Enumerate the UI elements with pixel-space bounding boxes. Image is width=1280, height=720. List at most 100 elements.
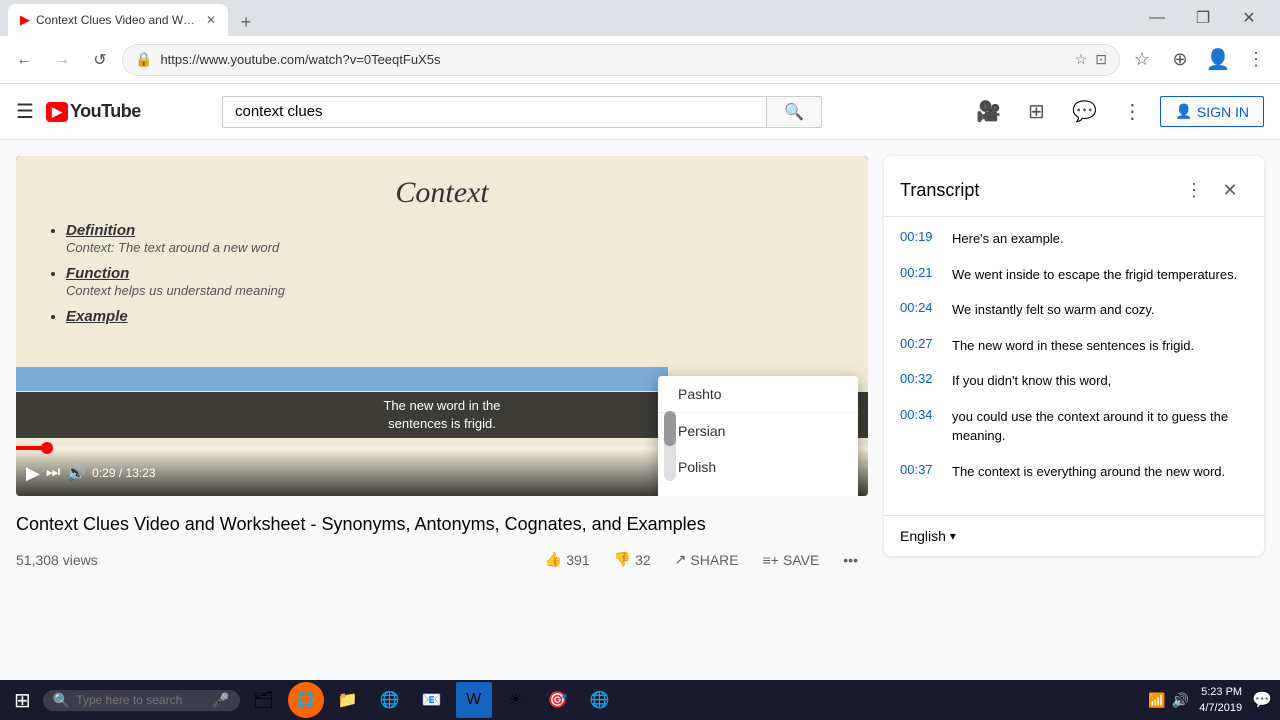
timestamp: 00:32 <box>900 371 936 391</box>
maximize-btn[interactable]: ❐ <box>1180 0 1226 36</box>
video-title: Context Clues Video and Worksheet - Syno… <box>16 512 868 537</box>
lang-item-portuguese[interactable]: Portuguese <box>658 485 858 496</box>
taskbar-extra[interactable]: 🌐 <box>582 682 618 718</box>
transcript-body: 00:19 Here's an example. 00:21 We went i… <box>884 217 1264 515</box>
timestamp: 00:21 <box>900 265 936 285</box>
language-dropdown[interactable]: Pashto Persian Polish Portuguese Punjabi… <box>658 376 858 496</box>
taskbar-mail[interactable]: 📧 <box>414 682 450 718</box>
notifications-btn[interactable]: 💬 <box>1064 92 1104 132</box>
extensions-btn[interactable]: ⊕ <box>1164 44 1196 76</box>
sign-in-button[interactable]: 👤 SIGN IN <box>1160 96 1264 127</box>
search-button[interactable]: 🔍 <box>766 96 822 128</box>
youtube-logo[interactable]: ▶ YouTube <box>46 101 141 122</box>
transcript-entry-0027[interactable]: 00:27 The new word in these sentences is… <box>884 328 1264 364</box>
timestamp: 00:34 <box>900 407 936 446</box>
transcript-entry-0034[interactable]: 00:34 you could use the context around i… <box>884 399 1264 454</box>
transcript-text: you could use the context around it to g… <box>952 407 1248 446</box>
dropdown-arrow: ▾ <box>950 529 956 543</box>
transcript-entry-0037[interactable]: 00:37 The context is everything around t… <box>884 454 1264 490</box>
minimize-btn[interactable]: — <box>1134 0 1180 36</box>
timestamp: 00:19 <box>900 229 936 249</box>
volume-btn[interactable]: 🔊 <box>66 463 86 483</box>
lang-item-polish[interactable]: Polish <box>658 449 858 485</box>
apps-btn[interactable]: ⊞ <box>1016 92 1056 132</box>
notification-center[interactable]: 💬 <box>1252 690 1272 710</box>
dropdown-scrollbar[interactable] <box>664 411 676 481</box>
hamburger-menu[interactable]: ☰ <box>16 99 34 124</box>
dislike-button[interactable]: 👎 32 <box>604 545 661 574</box>
star-icon[interactable]: ☆ <box>1075 51 1088 68</box>
reload-btn[interactable]: ↺ <box>84 44 116 76</box>
tab-title: Context Clues Video and Worksh... <box>36 13 196 27</box>
yt-logo-icon: ▶ <box>46 102 68 122</box>
menu-btn[interactable]: ⋮ <box>1240 44 1272 76</box>
more-btn[interactable]: ⋮ <box>1112 92 1152 132</box>
transcript-entry-0032[interactable]: 00:32 If you didn't know this word, <box>884 363 1264 399</box>
highlight-bar <box>16 367 668 391</box>
close-btn[interactable]: ✕ <box>1226 0 1272 36</box>
transcript-panel: Transcript ⋮ ✕ 00:19 Here's an example. … <box>884 156 1264 556</box>
language-selector[interactable]: English ▾ <box>900 528 956 544</box>
address-bar[interactable]: 🔒 https://www.youtube.com/watch?v=0Teeqt… <box>122 44 1120 76</box>
transcript-text: If you didn't know this word, <box>952 371 1111 391</box>
taskbar-folder[interactable]: 📁 <box>330 682 366 718</box>
taskbar-word[interactable]: W <box>456 682 492 718</box>
save-icon: ≡+ <box>763 552 779 568</box>
lang-item-pashto[interactable]: Pashto <box>658 376 858 413</box>
video-meta: 51,308 views 👍 391 👎 32 ↗ SHARE <box>16 545 868 574</box>
taskbar-weather[interactable]: ☀ <box>498 682 534 718</box>
microphone-icon: 🎤 <box>212 692 229 709</box>
taskbar-right: 📶 🔊 5:23 PM 4/7/2019 💬 <box>1148 684 1272 717</box>
taskbar-powerpoint[interactable]: 🎯 <box>540 682 576 718</box>
bookmark-btn[interactable]: ☆ <box>1126 44 1158 76</box>
thumbs-down-icon: 👎 <box>614 551 631 568</box>
tab-close-btn[interactable]: ✕ <box>206 13 216 27</box>
taskbar-edge[interactable]: 🌐 <box>372 682 408 718</box>
reader-icon[interactable]: ⊡ <box>1095 51 1107 68</box>
taskbar-system-icons: 📶 🔊 <box>1148 692 1189 709</box>
taskbar-search-input[interactable] <box>76 693 206 707</box>
search-icon: 🔍 <box>53 692 70 709</box>
share-icon: ↗ <box>675 551 687 568</box>
transcript-entry-0024[interactable]: 00:24 We instantly felt so warm and cozy… <box>884 292 1264 328</box>
transcript-text: We instantly felt so warm and cozy. <box>952 300 1155 320</box>
scrollbar-thumb[interactable] <box>664 411 676 446</box>
term-example: Example <box>66 308 128 325</box>
back-btn[interactable]: ← <box>8 44 40 76</box>
transcript-entry-0021[interactable]: 00:21 We went inside to escape the frigi… <box>884 257 1264 293</box>
like-button[interactable]: 👍 391 <box>535 545 600 574</box>
transcript-entry-0019[interactable]: 00:19 Here's an example. <box>884 221 1264 257</box>
yt-logo-text: YouTube <box>70 101 141 122</box>
network-icon[interactable]: 📶 <box>1148 692 1165 709</box>
taskbar: ⊞ 🔍 🎤 🗂 🌐 📁 🌐 📧 W ☀ 🎯 🌐 📶 🔊 5:23 PM 4/7/… <box>0 680 1280 720</box>
more-actions-button[interactable]: ••• <box>833 545 868 574</box>
start-button[interactable]: ⊞ <box>8 686 37 715</box>
share-button[interactable]: ↗ SHARE <box>665 545 749 574</box>
transcript-header: Transcript ⋮ ✕ <box>884 156 1264 217</box>
term-function: Function <box>66 265 129 282</box>
volume-icon[interactable]: 🔊 <box>1172 692 1189 709</box>
lang-item-persian[interactable]: Persian <box>658 413 858 449</box>
play-btn[interactable]: ▶ <box>26 463 40 484</box>
taskbar-file-explorer[interactable]: 🗂 <box>246 682 282 718</box>
timestamp: 00:37 <box>900 462 936 482</box>
timestamp: 00:24 <box>900 300 936 320</box>
account-icon[interactable]: 👤 <box>1202 44 1234 76</box>
video-info: Context Clues Video and Worksheet - Syno… <box>16 508 868 578</box>
term-definition: Definition <box>66 222 135 239</box>
video-create-btn[interactable]: 🎥 <box>968 92 1008 132</box>
new-tab-btn[interactable]: + <box>232 8 260 36</box>
desc-definition: Context: The text around a new word <box>66 240 279 255</box>
video-player[interactable]: Context Definition Context: The text aro… <box>16 156 868 496</box>
forward-btn[interactable]: → <box>46 44 78 76</box>
taskbar-clock: 5:23 PM 4/7/2019 <box>1199 684 1242 717</box>
next-btn[interactable]: ⏭ <box>46 464 60 482</box>
taskbar-chrome[interactable]: 🌐 <box>288 682 324 718</box>
transcript-options-btn[interactable]: ⋮ <box>1176 172 1212 208</box>
taskbar-search[interactable]: 🔍 🎤 <box>43 690 240 711</box>
desc-function: Context helps us understand meaning <box>66 283 285 298</box>
language-label: English <box>900 528 946 544</box>
transcript-close-btn[interactable]: ✕ <box>1212 172 1248 208</box>
search-input[interactable] <box>222 96 766 128</box>
save-button[interactable]: ≡+ SAVE <box>753 545 830 574</box>
